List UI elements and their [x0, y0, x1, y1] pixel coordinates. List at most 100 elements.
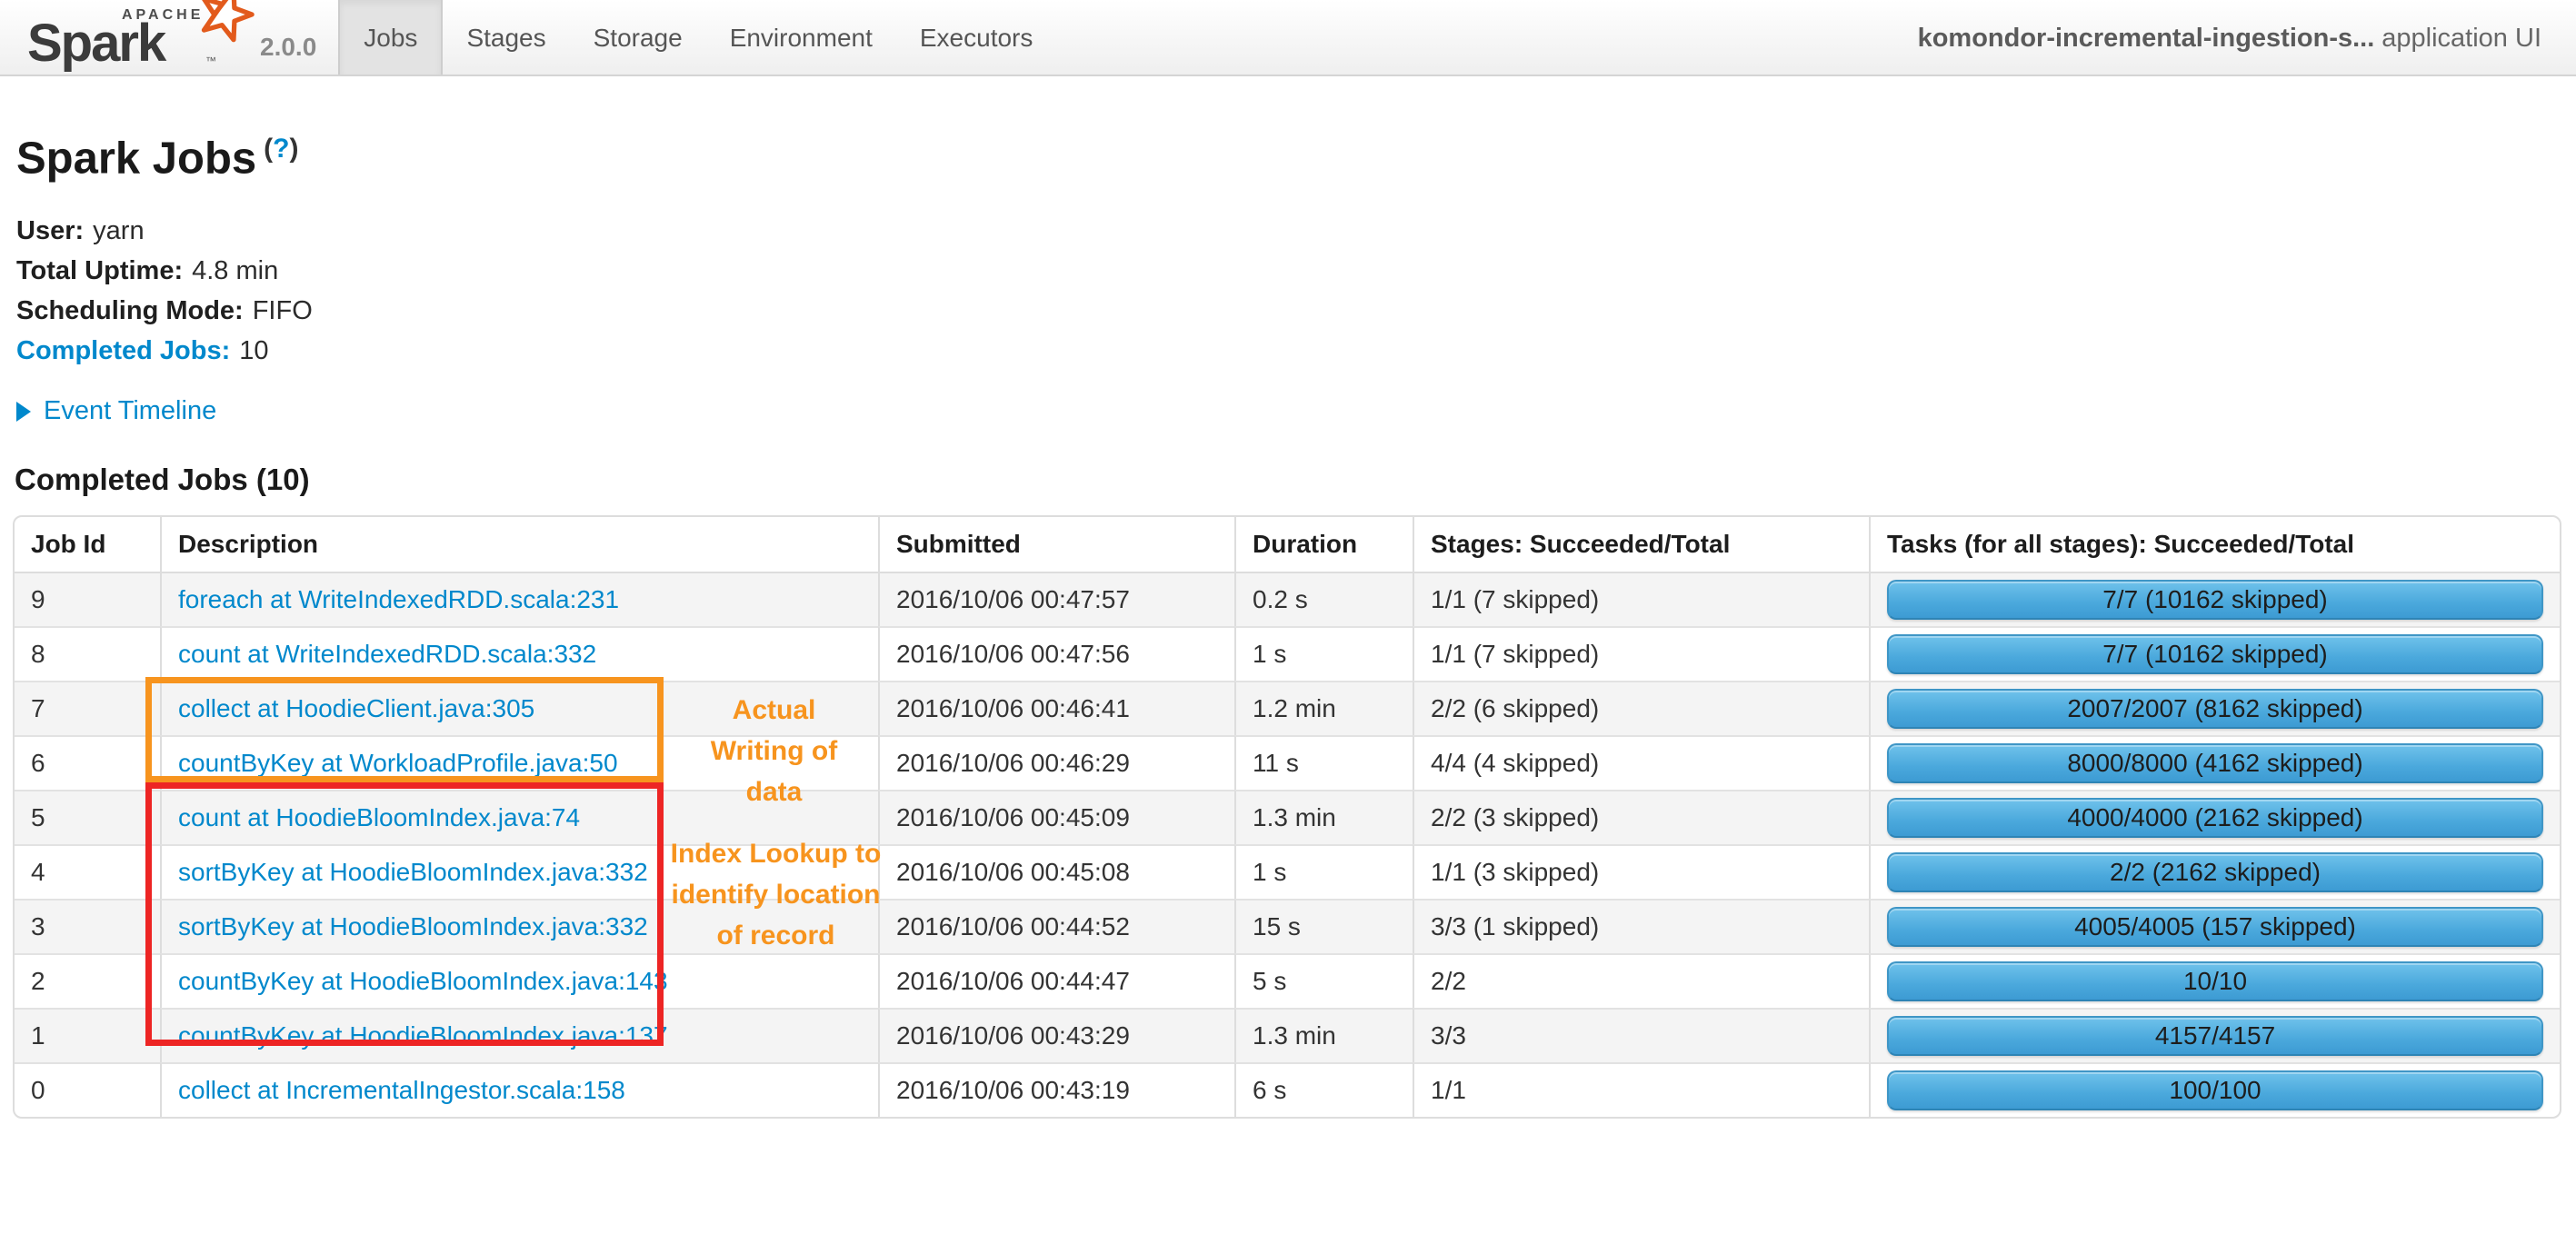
info-completed-jobs: Completed Jobs: 10: [16, 336, 269, 366]
table-row: 9 foreach at WriteIndexedRDD.scala:231 2…: [15, 573, 2560, 627]
job-description-link[interactable]: sortByKey at HoodieBloomIndex.java:332: [178, 858, 648, 886]
application-ui-suffix: application UI: [2381, 24, 2541, 53]
main-content: Spark Jobs (?) User: yarn Total Uptime: 4.8…: [0, 124, 2576, 1120]
job-id-cell: 3: [15, 899, 160, 954]
submitted-cell: 2016/10/06 00:46:41: [878, 681, 1234, 736]
tab-stages[interactable]: Stages: [443, 0, 569, 75]
stages-cell: 1/1 (7 skipped): [1413, 626, 1869, 682]
tasks-progress-bar: 7/7 (10162 skipped): [1887, 580, 2543, 621]
table-header-row: Job Id Description Submitted Duration St…: [15, 517, 2560, 574]
col-header-submitted[interactable]: Submitted: [878, 517, 1234, 574]
stages-cell: 1/1: [1413, 1062, 1869, 1118]
stages-cell: 2/2 (3 skipped): [1413, 790, 1869, 845]
duration-cell: 1 s: [1234, 844, 1413, 900]
stages-cell: 4/4 (4 skipped): [1413, 735, 1869, 791]
table-row: 4 sortByKey at HoodieBloomIndex.java:332…: [15, 844, 2560, 900]
event-timeline-toggle[interactable]: Event Timeline: [16, 396, 2563, 426]
table-row: 2 countByKey at HoodieBloomIndex.java:14…: [15, 953, 2560, 1009]
info-user: User: yarn: [16, 216, 145, 246]
job-description-link[interactable]: countByKey at HoodieBloomIndex.java:143: [178, 967, 668, 995]
duration-cell: 11 s: [1234, 735, 1413, 791]
stages-cell: 1/1 (3 skipped): [1413, 844, 1869, 900]
col-header-stages[interactable]: Stages: Succeeded/Total: [1413, 517, 1869, 574]
job-description-link[interactable]: foreach at WriteIndexedRDD.scala:231: [178, 585, 619, 613]
section-heading: Completed Jobs (10): [15, 463, 310, 497]
summary-info: User: yarn Total Uptime: 4.8 min Schedulin…: [16, 211, 2563, 371]
col-header-job-id[interactable]: Job Id: [15, 517, 160, 574]
completed-jobs-link[interactable]: Completed Jobs:: [16, 336, 230, 365]
help-link[interactable]: (?): [264, 134, 298, 164]
tasks-progress-bar: 4157/4157: [1887, 1016, 2543, 1057]
duration-cell: 1.2 min: [1234, 681, 1413, 736]
job-id-cell: 1: [15, 1008, 160, 1063]
duration-cell: 1 s: [1234, 626, 1413, 682]
table-row: 6 countByKey at WorkloadProfile.java:50 …: [15, 735, 2560, 791]
job-description-link[interactable]: countByKey at HoodieBloomIndex.java:137: [178, 1021, 668, 1050]
tab-jobs[interactable]: Jobs: [338, 0, 444, 75]
table-row: 8 count at WriteIndexedRDD.scala:332 201…: [15, 626, 2560, 682]
job-description-link[interactable]: sortByKey at HoodieBloomIndex.java:332: [178, 912, 648, 940]
nav-tabs: Jobs Stages Storage Environment Executor…: [338, 0, 1056, 75]
stages-cell: 2/2 (6 skipped): [1413, 681, 1869, 736]
spark-wordmark: Spark: [27, 14, 166, 73]
submitted-cell: 2016/10/06 00:45:09: [878, 790, 1234, 845]
submitted-cell: 2016/10/06 00:46:29: [878, 735, 1234, 791]
job-id-cell: 6: [15, 735, 160, 790]
duration-cell: 6 s: [1234, 1062, 1413, 1118]
tab-environment[interactable]: Environment: [706, 0, 896, 75]
spark-logo: APACHE Spark ™: [27, 0, 255, 75]
spark-star-icon: [201, 0, 255, 43]
stages-cell: 1/1 (7 skipped): [1413, 573, 1869, 627]
duration-cell: 5 s: [1234, 953, 1413, 1009]
application-title: komondor-incremental-ingestion-s... appli…: [1918, 0, 2576, 75]
job-id-cell: 9: [15, 573, 160, 627]
tasks-progress-bar: 4000/4000 (2162 skipped): [1887, 798, 2543, 839]
info-scheduling-mode: Scheduling Mode: FIFO: [16, 296, 313, 326]
tasks-progress-bar: 2/2 (2162 skipped): [1887, 852, 2543, 893]
duration-cell: 0.2 s: [1234, 573, 1413, 627]
job-description-link[interactable]: count at HoodieBloomIndex.java:74: [178, 803, 580, 831]
info-uptime: Total Uptime: 4.8 min: [16, 256, 279, 286]
job-description-link[interactable]: collect at HoodieClient.java:305: [178, 694, 534, 722]
submitted-cell: 2016/10/06 00:43:29: [878, 1008, 1234, 1063]
job-id-cell: 4: [15, 844, 160, 899]
col-header-description[interactable]: Description: [160, 517, 878, 574]
col-header-tasks[interactable]: Tasks (for all stages): Succeeded/Total: [1869, 517, 2560, 574]
table-row: 1 countByKey at HoodieBloomIndex.java:13…: [15, 1008, 2560, 1063]
tasks-progress-bar: 10/10: [1887, 961, 2543, 1002]
spark-version: 2.0.0: [260, 33, 317, 61]
duration-cell: 15 s: [1234, 899, 1413, 954]
tasks-progress-bar: 7/7 (10162 skipped): [1887, 634, 2543, 675]
table-row: 3 sortByKey at HoodieBloomIndex.java:332…: [15, 899, 2560, 954]
tab-storage[interactable]: Storage: [570, 0, 706, 75]
job-description-link[interactable]: countByKey at WorkloadProfile.java:50: [178, 749, 618, 777]
table-row: 7 collect at HoodieClient.java:305 2016/…: [15, 681, 2560, 736]
question-mark-icon[interactable]: ?: [273, 134, 289, 164]
submitted-cell: 2016/10/06 00:44:47: [878, 953, 1234, 1009]
application-name: komondor-incremental-ingestion-s...: [1917, 24, 2375, 53]
tab-executors[interactable]: Executors: [896, 0, 1057, 75]
stages-cell: 3/3 (1 skipped): [1413, 899, 1869, 954]
submitted-cell: 2016/10/06 00:47:57: [878, 573, 1234, 627]
submitted-cell: 2016/10/06 00:47:56: [878, 626, 1234, 682]
job-id-cell: 5: [15, 790, 160, 845]
job-id-cell: 2: [15, 953, 160, 1008]
submitted-cell: 2016/10/06 00:43:19: [878, 1062, 1234, 1118]
tasks-progress-bar: 2007/2007 (8162 skipped): [1887, 689, 2543, 730]
stages-cell: 3/3: [1413, 1008, 1869, 1063]
tasks-progress-bar: 8000/8000 (4162 skipped): [1887, 743, 2543, 784]
job-description-link[interactable]: count at WriteIndexedRDD.scala:332: [178, 640, 596, 668]
completed-jobs-table: Job Id Description Submitted Duration St…: [13, 515, 2561, 1120]
expand-triangle-icon: [16, 401, 31, 422]
duration-cell: 1.3 min: [1234, 790, 1413, 845]
page-title: Spark Jobs (?): [16, 134, 299, 184]
jobs-table-wrap: Job Id Description Submitted Duration St…: [13, 515, 2563, 1120]
spark-brand: APACHE Spark ™ 2.0.0: [0, 0, 338, 75]
job-description-link[interactable]: collect at IncrementalIngestor.scala:158: [178, 1076, 625, 1104]
job-id-cell: 8: [15, 626, 160, 681]
tasks-progress-bar: 4005/4005 (157 skipped): [1887, 907, 2543, 948]
trademark-label: ™: [205, 55, 216, 67]
col-header-duration[interactable]: Duration: [1234, 517, 1413, 574]
duration-cell: 1.3 min: [1234, 1008, 1413, 1063]
stages-cell: 2/2: [1413, 953, 1869, 1009]
